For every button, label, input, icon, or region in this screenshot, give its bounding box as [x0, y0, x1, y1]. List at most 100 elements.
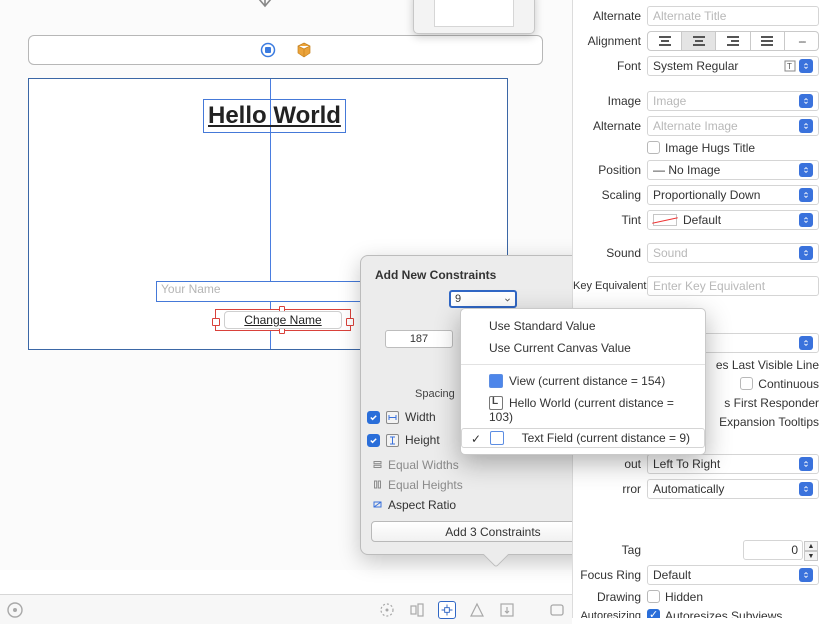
chevron-updown-icon	[799, 188, 813, 202]
hidden-checkbox[interactable]	[647, 590, 660, 603]
chevron-updown-icon	[799, 568, 813, 582]
layout-select[interactable]: Left To Right	[647, 454, 819, 474]
change-name-button-selection[interactable]: Change Name	[215, 309, 351, 331]
drawing-label: Drawing	[573, 590, 647, 604]
change-name-button[interactable]: Change Name	[224, 311, 342, 329]
width-label: Width	[405, 410, 436, 424]
alt-image-label: Alternate	[573, 119, 647, 133]
equal-heights-label: Equal Heights	[388, 478, 463, 492]
align-natural-button[interactable]: ---	[785, 31, 819, 51]
align-icon[interactable]	[408, 601, 426, 619]
alignment-label: Alignment	[573, 34, 647, 48]
alternate-title-field[interactable]: Alternate Title	[647, 6, 819, 26]
embed-icon[interactable]	[498, 601, 516, 619]
last-visible-line-label: es Last Visible Line	[716, 358, 819, 372]
menu-use-current[interactable]: Use Current Canvas Value	[461, 337, 705, 359]
continuous-label: Continuous	[758, 377, 819, 391]
equal-widths-label: Equal Widths	[388, 458, 459, 472]
mirror-label-partial: rror	[573, 482, 647, 496]
chevron-updown-icon	[799, 482, 813, 496]
tag-stepper[interactable]: 0▲▼	[743, 540, 803, 560]
tint-swatch-icon	[653, 214, 677, 226]
alignment-segmented[interactable]: ---	[647, 31, 819, 51]
first-responder-label: s First Responder	[724, 396, 819, 410]
font-panel-icon[interactable]: T	[784, 60, 796, 72]
image-select[interactable]: Image	[647, 91, 819, 111]
align-center-button[interactable]	[682, 31, 716, 51]
add-constraints-icon[interactable]	[438, 601, 456, 619]
tint-label: Tint	[573, 213, 647, 227]
canvas-bottom-toolbar	[0, 594, 572, 624]
align-right-button[interactable]	[716, 31, 750, 51]
hello-label[interactable]: Hello World	[203, 99, 346, 133]
tint-select[interactable]: Default	[647, 210, 819, 230]
svg-text:T: T	[787, 62, 792, 71]
label-chip-icon	[489, 396, 503, 410]
stepper-up-icon[interactable]: ▲	[804, 541, 818, 551]
view-chip-icon	[489, 374, 503, 388]
minimap-icon[interactable]	[548, 601, 566, 619]
resolve-issues-icon[interactable]	[468, 601, 486, 619]
left-spacing-combo[interactable]: 187	[385, 330, 453, 348]
font-label: Font	[573, 59, 647, 73]
menu-separator	[461, 364, 705, 365]
equal-widths-icon	[373, 458, 382, 472]
chevron-updown-icon	[799, 119, 813, 133]
canvas-toolbar	[28, 35, 543, 65]
focus-ring-select[interactable]: Default	[647, 565, 819, 585]
autoresizes-label: Autoresizes Subviews	[665, 609, 782, 618]
align-justify-button[interactable]	[751, 31, 785, 51]
menu-textfield-option[interactable]: Text Field (current distance = 9)	[461, 428, 705, 448]
mirror-select[interactable]: Automatically	[647, 479, 819, 499]
width-icon	[386, 411, 399, 424]
stepper-down-icon[interactable]: ▼	[804, 551, 818, 561]
sound-label: Sound	[573, 246, 647, 260]
position-select[interactable]: — No Image	[647, 160, 819, 180]
top-spacing-combo[interactable]: 9	[449, 290, 517, 308]
chevron-updown-icon	[799, 246, 813, 260]
height-label: Height	[405, 433, 440, 447]
align-left-button[interactable]	[647, 31, 682, 51]
focus-ring-label: Focus Ring	[573, 568, 647, 582]
continuous-checkbox[interactable]	[740, 377, 753, 390]
sound-select[interactable]: Sound	[647, 243, 819, 263]
thumbnail-preview	[413, 0, 535, 34]
key-equivalent-label: Key Equivalent	[573, 280, 647, 292]
autoresizing-label: Autoresizing	[573, 610, 647, 618]
alternate-title-label: Alternate	[573, 9, 647, 23]
aspect-ratio-label: Aspect Ratio	[388, 498, 456, 512]
chevron-updown-icon	[799, 457, 813, 471]
menu-hello-option[interactable]: Hello World (current distance = 103)	[461, 392, 705, 428]
chevron-updown-icon	[799, 59, 813, 73]
issues-icon[interactable]	[6, 601, 24, 619]
aspect-ratio-icon	[373, 498, 382, 512]
menu-view-option[interactable]: View (current distance = 154)	[461, 370, 705, 392]
equal-heights-icon	[373, 478, 382, 492]
spacing-label: Spacing	[415, 388, 455, 400]
height-checkbox[interactable]	[367, 434, 380, 447]
menu-use-standard[interactable]: Use Standard Value	[461, 315, 705, 337]
layout-label-partial: out	[573, 457, 647, 471]
scaling-label: Scaling	[573, 188, 647, 202]
chevron-updown-icon	[799, 94, 813, 108]
chevron-updown-icon	[799, 336, 813, 350]
autoresizes-checkbox[interactable]	[647, 609, 660, 618]
spacing-dropdown-menu: Use Standard Value Use Current Canvas Va…	[460, 308, 706, 455]
image-hugs-checkbox[interactable]	[647, 141, 660, 154]
hidden-label: Hidden	[665, 590, 703, 604]
cube-icon	[296, 42, 312, 58]
tag-label: Tag	[573, 543, 647, 557]
image-label: Image	[573, 94, 647, 108]
position-label: Position	[573, 163, 647, 177]
font-select[interactable]: System RegularT	[647, 56, 819, 76]
scaling-select[interactable]: Proportionally Down	[647, 185, 819, 205]
height-icon	[386, 434, 399, 447]
name-textfield[interactable]: Your Name	[156, 281, 382, 302]
key-equivalent-field[interactable]: Enter Key Equivalent	[647, 276, 819, 296]
alt-image-select[interactable]: Alternate Image	[647, 116, 819, 136]
update-frames-icon[interactable]	[378, 601, 396, 619]
width-checkbox[interactable]	[367, 411, 380, 424]
stop-icon	[260, 42, 276, 58]
chevron-updown-icon	[799, 163, 813, 177]
anchor-icon	[250, 0, 280, 15]
